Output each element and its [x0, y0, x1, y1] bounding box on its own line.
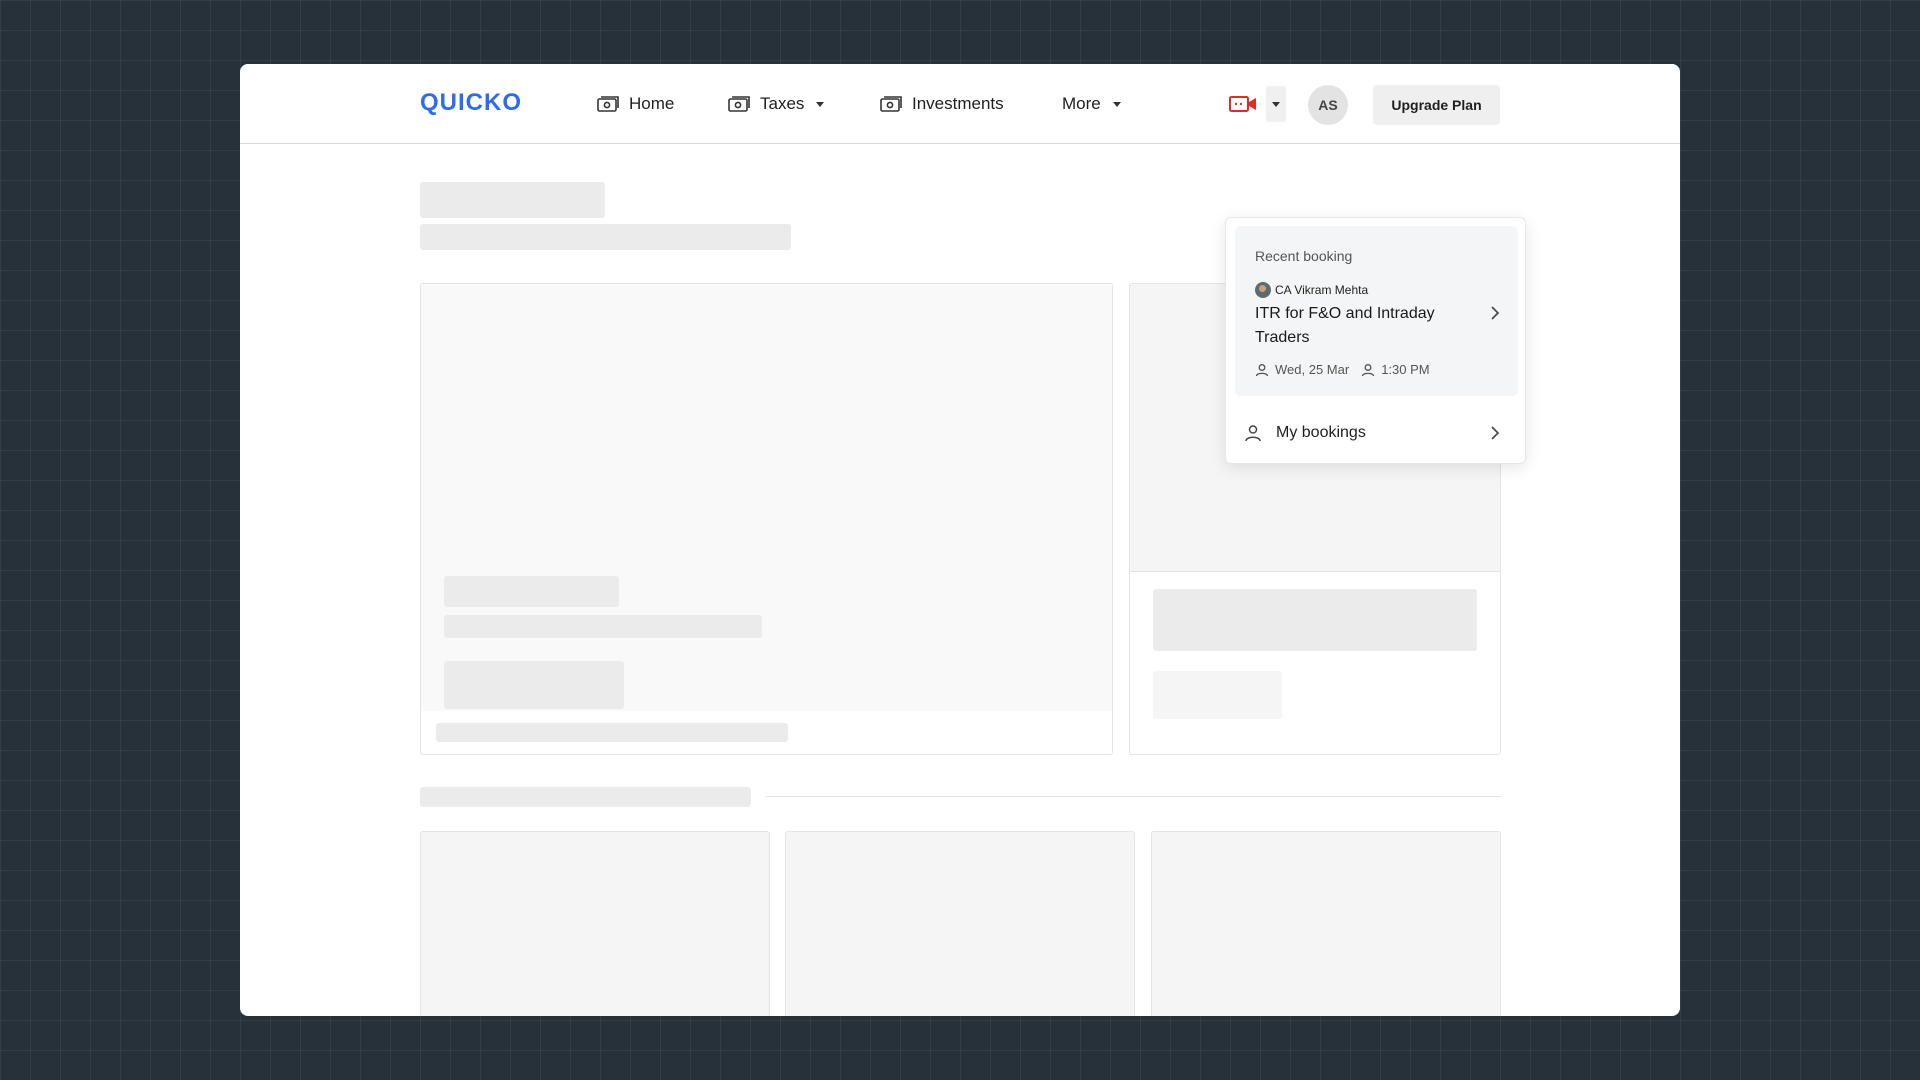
skeleton-line — [436, 723, 788, 742]
booking-time: 1:30 PM — [1361, 362, 1430, 377]
video-call-dropdown-toggle[interactable] — [1266, 86, 1286, 122]
nav-more-label: More — [1062, 94, 1101, 113]
nav-taxes-label: Taxes — [760, 94, 805, 113]
money-icon — [597, 96, 619, 112]
skeleton-main-card — [420, 283, 1113, 755]
ca-avatar — [1255, 282, 1271, 298]
skeleton-subtitle — [420, 224, 791, 250]
skeleton-title — [420, 182, 605, 218]
skeleton-section-title — [420, 787, 751, 807]
skeleton-tile — [420, 831, 770, 1016]
user-icon — [1245, 425, 1261, 442]
chevron-down-icon — [1112, 101, 1121, 107]
nav-home-label: Home — [629, 94, 675, 113]
skeleton-tile — [785, 831, 1135, 1016]
ca-name: CA Vikram Mehta — [1275, 283, 1369, 297]
recent-booking-label: Recent booking — [1255, 248, 1353, 264]
ca-info: CA Vikram Mehta — [1255, 282, 1368, 298]
booking-time-text: 1:30 PM — [1381, 362, 1430, 377]
booking-title: ITR for F&O and Intraday Traders — [1255, 305, 1435, 346]
skeleton-line — [444, 576, 619, 607]
my-bookings-label: My bookings — [1276, 424, 1366, 441]
section-divider — [766, 796, 1501, 797]
skeleton-card-media — [421, 284, 1112, 711]
quicko-logo[interactable]: QUICKO — [420, 91, 522, 115]
user-icon — [1255, 363, 1269, 376]
money-icon — [728, 96, 750, 112]
recent-booking-card[interactable]: Recent booking CA Vikram Mehta ITR for F… — [1235, 226, 1518, 396]
user-avatar[interactable]: AS — [1308, 85, 1348, 125]
skeleton-button — [444, 661, 624, 709]
chevron-down-icon — [1272, 101, 1280, 107]
skeleton-tile — [1151, 831, 1501, 1016]
booking-meta: Wed, 25 Mar 1:30 PM — [1255, 362, 1442, 377]
nav-taxes[interactable]: Taxes — [728, 91, 825, 117]
nav-home[interactable]: Home — [597, 91, 674, 117]
video-call-icon — [1229, 96, 1256, 112]
skeleton-side-button — [1153, 671, 1282, 719]
skeleton-line — [444, 615, 762, 638]
video-booking-dropdown: Recent booking CA Vikram Mehta ITR for F… — [1225, 217, 1526, 464]
money-icon — [880, 96, 902, 112]
top-navbar: QUICKO Home Taxes Investments More AS Up… — [240, 64, 1680, 144]
app-window: QUICKO Home Taxes Investments More AS Up… — [240, 64, 1680, 1016]
nav-investments[interactable]: Investments — [880, 91, 1004, 117]
logo-text: QUICKO — [420, 89, 522, 116]
skeleton-side-block — [1153, 589, 1477, 651]
chevron-right-icon — [1491, 306, 1500, 320]
booking-date: Wed, 25 Mar — [1255, 362, 1349, 377]
chevron-right-icon — [1491, 426, 1500, 440]
booking-date-text: Wed, 25 Mar — [1275, 362, 1350, 377]
nav-more[interactable]: More — [1062, 91, 1121, 117]
chevron-down-icon — [816, 101, 825, 107]
nav-investments-label: Investments — [912, 94, 1004, 113]
user-icon — [1362, 363, 1375, 376]
my-bookings-link[interactable]: My bookings — [1244, 418, 1509, 448]
upgrade-plan-button[interactable]: Upgrade Plan — [1373, 85, 1500, 125]
